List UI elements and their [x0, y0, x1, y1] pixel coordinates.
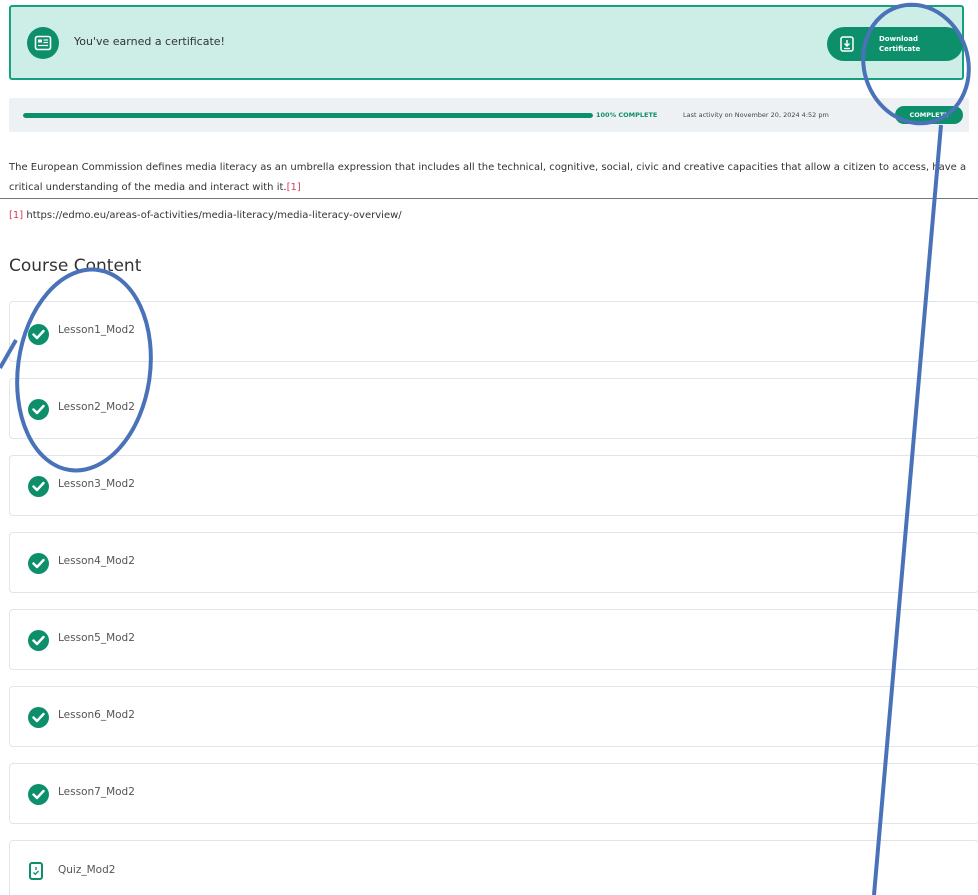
annotation-overlay — [0, 2, 971, 895]
footnote: [1] https://edmo.eu/areas-of-activities/… — [9, 210, 402, 221]
description-text: The European Commission defines media li… — [9, 162, 967, 193]
lesson-label: Lesson5_Mod2 — [58, 632, 135, 644]
lesson-item[interactable]: Lesson3_Mod2 — [9, 455, 978, 516]
lesson-item[interactable]: Lesson5_Mod2 — [9, 609, 978, 670]
lesson-item[interactable]: Lesson7_Mod2 — [9, 763, 978, 824]
status-badge: COMPLETE — [895, 106, 963, 124]
check-circle-icon — [28, 630, 49, 651]
lesson-label: Lesson7_Mod2 — [58, 786, 135, 798]
lesson-item[interactable]: Lesson4_Mod2 — [9, 532, 978, 593]
check-circle-icon — [28, 707, 49, 728]
course-progress: 100% COMPLETE Last activity on November … — [9, 98, 969, 132]
course-content-heading: Course Content — [9, 256, 142, 276]
lesson-label: Lesson2_Mod2 — [58, 401, 135, 413]
lesson-item[interactable]: Lesson2_Mod2 — [9, 378, 978, 439]
certificate-icon — [27, 27, 59, 59]
certificate-message: You've earned a certificate! — [74, 35, 225, 48]
check-circle-icon — [28, 399, 49, 420]
reference-link[interactable]: [1] — [287, 182, 301, 193]
certificate-banner: You've earned a certificate! Download Ce… — [9, 5, 964, 80]
lesson-label: Lesson3_Mod2 — [58, 478, 135, 490]
lesson-item[interactable]: Lesson1_Mod2 — [9, 301, 978, 362]
progress-bar-fill — [23, 113, 593, 118]
divider — [0, 198, 978, 199]
download-certificate-button[interactable]: Download Certificate — [827, 27, 963, 61]
lesson-label: Lesson6_Mod2 — [58, 709, 135, 721]
check-circle-icon — [28, 784, 49, 805]
footnote-url: https://edmo.eu/areas-of-activities/medi… — [23, 210, 402, 221]
lesson-label: Lesson4_Mod2 — [58, 555, 135, 567]
course-description: The European Commission defines media li… — [9, 158, 977, 198]
lesson-label: Quiz_Mod2 — [58, 864, 116, 876]
last-activity: Last activity on November 20, 2024 4:52 … — [683, 111, 829, 119]
quiz-item[interactable]: Quiz_Mod2 — [9, 840, 978, 895]
download-icon — [839, 36, 855, 52]
course-page: You've earned a certificate! Download Ce… — [0, 0, 978, 895]
progress-percent: 100% COMPLETE — [596, 111, 658, 119]
lesson-label: Lesson1_Mod2 — [58, 324, 135, 336]
footnote-marker[interactable]: [1] — [9, 210, 23, 221]
check-circle-icon — [28, 476, 49, 497]
annotation-circle-lessons — [15, 267, 153, 473]
quiz-icon — [29, 862, 43, 880]
check-circle-icon — [28, 553, 49, 574]
download-certificate-label: Download Certificate — [879, 35, 921, 53]
progress-bar — [23, 113, 593, 118]
check-circle-icon — [28, 324, 49, 345]
lesson-item[interactable]: Lesson6_Mod2 — [9, 686, 978, 747]
